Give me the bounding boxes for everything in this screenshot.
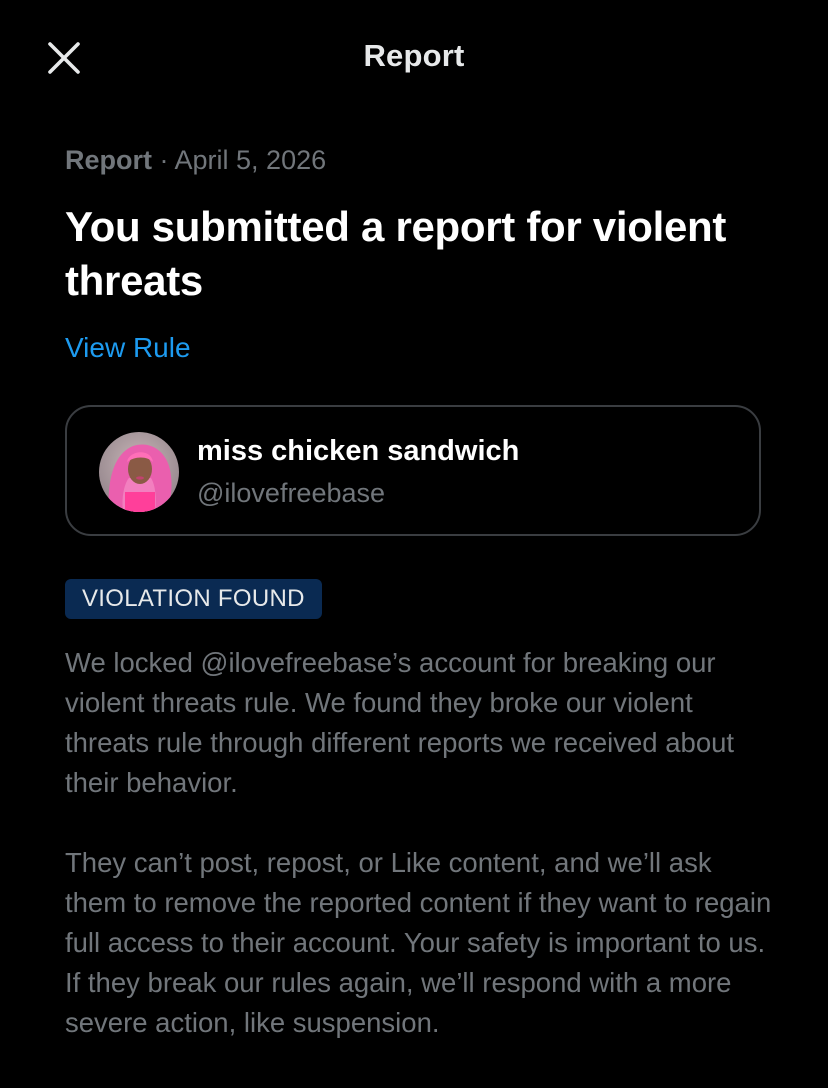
view-rule-link[interactable]: View Rule [65,328,191,368]
report-headline: You submitted a report for violent threa… [65,203,727,304]
report-details: We locked @ilovefreebase’s account for b… [65,643,777,1043]
report-date: April 5, 2026 [174,145,327,175]
reported-account-card[interactable]: miss chicken sandwich @ilovefreebase [65,405,761,536]
meta-separator: · [152,145,175,175]
report-summary: Report · April 5, 2026 You submitted a r… [65,140,765,368]
page-title: Report [363,38,465,73]
details-paragraph: We locked @ilovefreebase’s account for b… [65,647,735,798]
account-display-name: miss chicken sandwich [197,435,520,467]
avatar [99,432,179,512]
account-handle: @ilovefreebase [197,478,386,508]
details-paragraph: They can’t post, repost, or Like content… [65,847,772,1038]
report-meta: Report · April 5, 2026 [65,140,765,180]
status-badge: VIOLATION FOUND [65,579,322,619]
top-bar: Report [0,0,828,116]
report-label: Report [65,145,152,175]
